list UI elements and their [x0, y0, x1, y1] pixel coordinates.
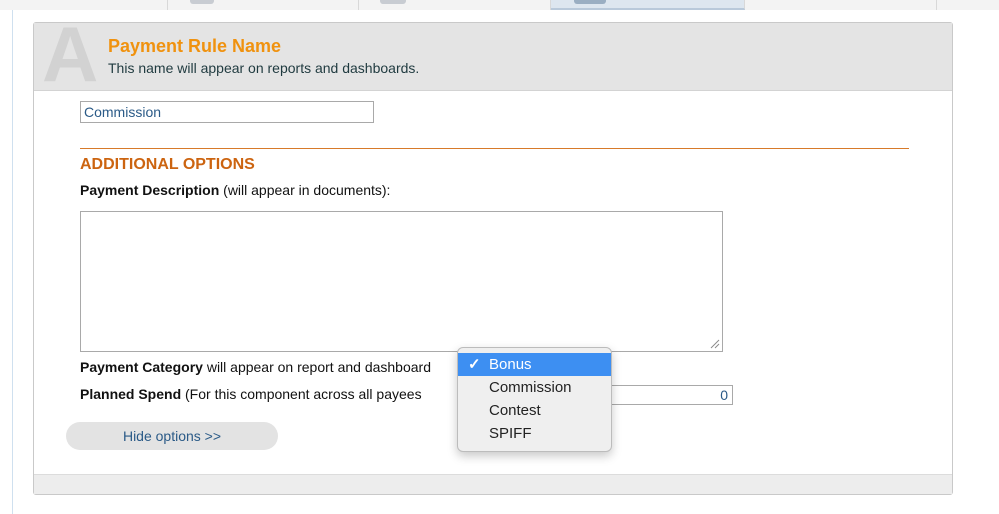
page-left-border: [12, 10, 13, 514]
checkmark-icon: ✓: [468, 356, 481, 373]
payment-category-dropdown[interactable]: ✓ Bonus Commission Contest SPIFF: [457, 347, 612, 452]
panel-title: Payment Rule Name: [108, 36, 282, 56]
panel-subtitle: This name will appear on reports and das…: [108, 60, 420, 76]
dropdown-option-label: Contest: [489, 402, 541, 419]
top-tab-strip: [0, 0, 999, 10]
dropdown-option-bonus[interactable]: ✓ Bonus: [458, 353, 611, 376]
payment-description-label: Payment Description (will appear in docu…: [80, 182, 390, 198]
payment-description-label-bold: Payment Description: [80, 182, 220, 198]
dropdown-option-commission[interactable]: Commission: [458, 376, 611, 399]
planned-spend-label-rest: (For this component across all payees: [181, 386, 422, 402]
tab-1[interactable]: [0, 0, 168, 10]
panel-header: A Payment Rule Name This name will appea…: [34, 23, 952, 91]
hide-options-button[interactable]: Hide options >>: [66, 422, 278, 450]
tab-5[interactable]: [745, 0, 937, 10]
planned-spend-label: Planned Spend (For this component across…: [80, 386, 422, 402]
planned-spend-label-bold: Planned Spend: [80, 386, 182, 402]
payment-rule-name-input[interactable]: [80, 101, 374, 123]
additional-options-heading: ADDITIONAL OPTIONS: [80, 156, 255, 173]
tab-3-icon: [380, 0, 406, 4]
resize-grip-icon[interactable]: [708, 337, 720, 349]
section-divider: [80, 148, 909, 149]
dropdown-option-spiff[interactable]: SPIFF: [458, 422, 611, 445]
dropdown-option-label: Bonus: [489, 356, 532, 373]
payment-rule-page: A Payment Rule Name This name will appea…: [0, 0, 999, 514]
dropdown-option-contest[interactable]: Contest: [458, 399, 611, 422]
step-letter-watermark: A: [42, 23, 99, 91]
dropdown-option-label: Commission: [489, 379, 572, 396]
payment-category-label: Payment Category will appear on report a…: [80, 359, 431, 375]
planned-spend-input[interactable]: [604, 385, 733, 405]
payment-category-label-rest: will appear on report and dashboard: [202, 359, 431, 375]
dropdown-option-label: SPIFF: [489, 425, 532, 442]
payment-category-label-bold: Payment Category: [80, 359, 203, 375]
payment-description-label-rest: (will appear in documents):: [219, 182, 391, 198]
tab-4-icon: [574, 0, 606, 4]
panel-footer: [34, 474, 952, 494]
payment-description-textarea[interactable]: [80, 211, 723, 352]
tab-2-icon: [190, 0, 214, 4]
